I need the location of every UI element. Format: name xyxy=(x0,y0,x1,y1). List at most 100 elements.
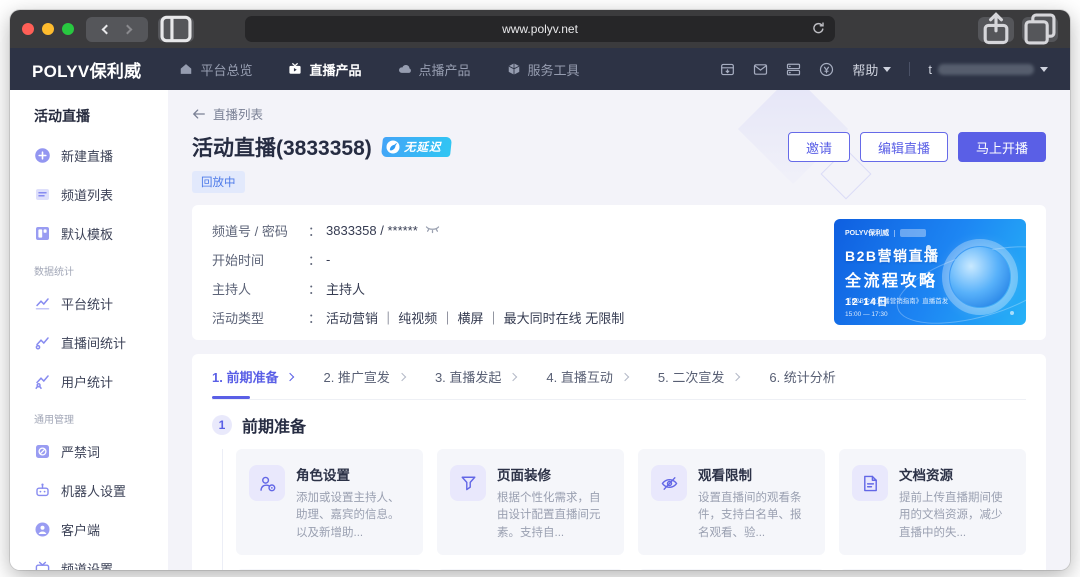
invite-button[interactable]: 邀请 xyxy=(788,132,850,162)
chevron-right-icon xyxy=(286,372,294,380)
card-watch-page-settings[interactable]: 观看页设置 xyxy=(638,569,825,570)
start-live-button[interactable]: 马上开播 xyxy=(958,132,1046,162)
polyv-logo[interactable]: POLYV保利威 xyxy=(32,57,141,82)
edit-live-button[interactable]: 编辑直播 xyxy=(860,132,948,162)
card-chatroom-settings[interactable]: 聊天室设置 xyxy=(437,569,624,570)
sidebar-item-robot-settings[interactable]: 机器人设置 xyxy=(34,481,168,500)
preparation-section: 1 前期准备 角色设置 添加或设置主持人、助理、嘉宾的信息。以及新增助... xyxy=(212,413,1026,570)
role-settings-icon xyxy=(249,465,285,501)
chart-room-icon xyxy=(34,334,51,351)
sidebar: 活动直播 新建直播 频道列表 默认模板 数据统计 平台统计 直播间统计 xyxy=(10,90,168,570)
channel-tv-icon xyxy=(34,560,51,570)
dot-decor xyxy=(1010,311,1014,315)
sidebar-item-banned-words[interactable]: 严禁词 xyxy=(34,442,168,461)
sidebar-section-stats: 数据统计 xyxy=(34,263,168,278)
traffic-lights xyxy=(22,23,74,35)
forward-icon[interactable] xyxy=(123,24,133,34)
username-redacted xyxy=(938,64,1034,75)
card-page-embed[interactable]: 页面嵌入 xyxy=(839,569,1026,570)
user-menu[interactable]: t xyxy=(928,62,1048,77)
step-preparation[interactable]: 1. 前期准备 xyxy=(212,354,293,399)
tab-overview-button[interactable] xyxy=(1022,17,1058,42)
back-icon[interactable] xyxy=(102,24,112,34)
rocket-icon xyxy=(386,140,400,154)
sidebar-item-room-stats[interactable]: 直播间统计 xyxy=(34,333,168,352)
history-nav-buttons xyxy=(86,17,148,42)
chevron-right-icon xyxy=(509,372,517,380)
share-icon xyxy=(978,11,1014,47)
toolbox-icon xyxy=(507,62,521,76)
tabs-icon xyxy=(1022,11,1058,47)
back-arrow-icon xyxy=(192,108,206,120)
plus-circle-icon xyxy=(34,147,51,164)
home-icon xyxy=(179,62,193,76)
divider xyxy=(909,62,910,76)
reload-icon[interactable] xyxy=(811,21,826,36)
sidebar-toggle-button[interactable] xyxy=(158,17,194,42)
banner-date: 12·14日 xyxy=(845,294,888,309)
sidebar-item-user-stats[interactable]: 用户统计 xyxy=(34,372,168,391)
steps-bar: 1. 前期准备 2. 推广宣发 3. 直播发起 4. 直播互动 5. 二次宣发 xyxy=(212,354,1026,400)
sidebar-item-channel-settings[interactable]: 频道设置 xyxy=(34,559,168,570)
template-icon xyxy=(34,225,51,242)
mail-icon[interactable] xyxy=(753,62,768,77)
console-icon[interactable] xyxy=(786,62,801,77)
storage-icon[interactable] xyxy=(720,62,735,77)
card-watch-restriction[interactable]: 观看限制 设置直播间的观看条件，支持白名单、报名观看、验... xyxy=(638,449,825,555)
partner-logo xyxy=(900,229,926,237)
divider xyxy=(894,230,895,237)
cloud-icon xyxy=(398,62,412,76)
zoom-window-button[interactable] xyxy=(62,23,74,35)
share-button[interactable] xyxy=(978,17,1014,42)
client-person-icon xyxy=(34,521,51,538)
nav-service-tools[interactable]: 服务工具 xyxy=(507,60,580,79)
section-title: 前期准备 xyxy=(242,413,306,437)
chevron-down-icon xyxy=(1040,67,1048,72)
section-number: 1 xyxy=(212,415,232,435)
app-navbar: POLYV保利威 平台总览 直播产品 点播产品 服务工具 xyxy=(10,48,1070,90)
promo-banner[interactable]: POLYV保利威 B2B营销直播 全流程攻略 《B2B企业直播营销指南》直播首发… xyxy=(834,219,1026,325)
card-role-settings[interactable]: 角色设置 添加或设置主持人、助理、嘉宾的信息。以及新增助... xyxy=(236,449,423,555)
account-badge-icon[interactable] xyxy=(819,62,834,77)
chevron-right-icon xyxy=(398,372,406,380)
url-bar[interactable]: www.polyv.net xyxy=(245,16,835,42)
step-interaction[interactable]: 4. 直播互动 xyxy=(546,354,627,399)
banner-time: 15:00 — 17:30 xyxy=(845,311,888,318)
info-row-host: 主持人 ： 主持人 xyxy=(212,279,834,297)
card-page-decoration[interactable]: 页面装修 根据个性化需求，自由设计配置直播间元素。支持自... xyxy=(437,449,624,555)
close-window-button[interactable] xyxy=(22,23,34,35)
browser-window: www.polyv.net POLYV保利威 平台总览 直播产品 xyxy=(10,10,1070,570)
sidebar-item-channel-list[interactable]: 频道列表 xyxy=(34,185,168,204)
password-eye-closed-icon[interactable] xyxy=(425,225,440,235)
url-text: www.polyv.net xyxy=(502,22,578,36)
breadcrumb[interactable]: 直播列表 xyxy=(192,104,1046,123)
channel-info-card: 频道号 / 密码 ： 3833358 / ****** 开始时间 ： - xyxy=(192,205,1046,340)
banner-logo: POLYV保利威 xyxy=(845,228,889,238)
workflow-card: 1. 前期准备 2. 推广宣发 3. 直播发起 4. 直播互动 5. 二次宣发 xyxy=(192,354,1046,570)
nav-platform-overview[interactable]: 平台总览 xyxy=(179,60,252,79)
step-launch[interactable]: 3. 直播发起 xyxy=(435,354,516,399)
nav-vod-product[interactable]: 点播产品 xyxy=(398,60,471,79)
eye-off-icon xyxy=(651,465,687,501)
info-row-activity-type: 活动类型 ： 活动营销 ｜ 纯视频 ｜ 横屏 ｜ 最大同时在线 无限制 xyxy=(212,308,834,326)
sidebar-item-new-live[interactable]: 新建直播 xyxy=(34,146,168,165)
step-repromotion[interactable]: 5. 二次宣发 xyxy=(658,354,739,399)
step-promotion[interactable]: 2. 推广宣发 xyxy=(323,354,404,399)
minimize-window-button[interactable] xyxy=(42,23,54,35)
no-delay-badge: 无延迟 xyxy=(381,137,452,157)
chevron-right-icon xyxy=(621,372,629,380)
card-document-resources[interactable]: 文档资源 提前上传直播期间使用的文档资源，减少直播中的失... xyxy=(839,449,1026,555)
sidebar-item-platform-stats[interactable]: 平台统计 xyxy=(34,294,168,313)
sidebar-item-default-template[interactable]: 默认模板 xyxy=(34,224,168,243)
sidebar-item-client[interactable]: 客户端 xyxy=(34,520,168,539)
page-decoration-icon xyxy=(450,465,486,501)
live-tv-icon xyxy=(288,62,302,76)
help-menu[interactable]: 帮助 xyxy=(852,60,891,79)
robot-icon xyxy=(34,482,51,499)
page-title: 活动直播(3833358) xyxy=(192,132,372,162)
nav-live-product[interactable]: 直播产品 xyxy=(288,60,361,79)
step-analytics[interactable]: 6. 统计分析 xyxy=(769,354,835,399)
chart-platform-icon xyxy=(34,295,51,312)
sidebar-toggle-icon xyxy=(158,11,194,47)
card-anti-screen-record[interactable]: 防录屏 xyxy=(236,569,423,570)
